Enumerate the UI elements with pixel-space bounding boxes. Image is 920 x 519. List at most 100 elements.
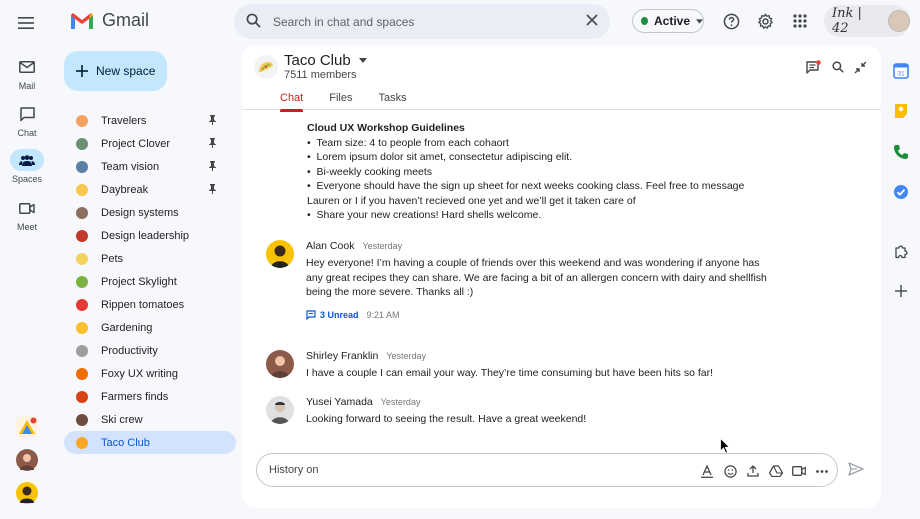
space-item-daybreak[interactable]: Daybreak [64, 178, 236, 201]
format-text-icon[interactable] [699, 463, 715, 479]
space-avatar-icon [76, 344, 88, 357]
space-avatar-icon [76, 321, 88, 334]
settings-gear-icon[interactable] [755, 11, 775, 31]
space-item-rippen-tomatoes[interactable]: Rippen tomatoes [64, 293, 236, 316]
space-item-pets[interactable]: Pets [64, 247, 236, 270]
gmail-m-icon [71, 12, 93, 29]
chat-icon [10, 103, 44, 125]
contacts-phone-icon[interactable] [892, 143, 910, 161]
space-name: Pets [101, 252, 124, 265]
space-name: Team vision [101, 160, 160, 173]
drive-icon[interactable] [768, 463, 784, 479]
space-item-team-vision[interactable]: Team vision [64, 155, 236, 178]
space-item-foxy-ux-writing[interactable]: Foxy UX writing [64, 362, 236, 385]
rail-item-chat[interactable]: Chat [0, 103, 54, 138]
search-input[interactable] [273, 14, 586, 29]
rail-label: Mail [18, 81, 36, 91]
message-author: Alan Cook Yesterday [306, 240, 403, 252]
account-switcher[interactable]: Ink | 42 [824, 5, 910, 37]
search-bar[interactable] [234, 4, 610, 39]
tab-files[interactable]: Files [329, 92, 352, 110]
send-icon[interactable] [848, 462, 866, 480]
space-item-farmers-finds[interactable]: Farmers finds [64, 385, 236, 408]
message-input[interactable] [269, 464, 669, 476]
space-name: Design leadership [101, 229, 190, 242]
rail-item-mail[interactable]: Mail [0, 56, 54, 91]
space-item-productivity[interactable]: Productivity [64, 339, 236, 362]
guideline-item: • Bi-weekly cooking meets [307, 165, 433, 178]
space-item-project-skylight[interactable]: Project Skylight [64, 270, 236, 293]
user-avatar[interactable] [16, 449, 38, 471]
space-item-gardening[interactable]: Gardening [64, 316, 236, 339]
space-item-ski-crew[interactable]: Ski crew [64, 408, 236, 431]
room-tabs: Chat Files Tasks [280, 92, 433, 112]
chat-app-icon[interactable] [16, 416, 38, 438]
rail-label: Spaces [11, 174, 43, 184]
pin-icon[interactable] [209, 161, 216, 174]
space-name: Project Skylight [101, 275, 177, 288]
status-dot [641, 17, 648, 25]
keep-icon[interactable] [892, 102, 910, 120]
message-time: Yesterday [362, 241, 403, 251]
collapse-icon[interactable] [851, 58, 869, 76]
message-composer[interactable] [256, 453, 838, 487]
add-ons-puzzle-icon[interactable] [892, 242, 910, 260]
gmail-logo[interactable]: Gmail [70, 10, 149, 31]
avatar[interactable] [266, 350, 294, 378]
tab-tasks[interactable]: Tasks [378, 92, 406, 110]
emoji-icon[interactable] [722, 463, 738, 479]
space-avatar-icon [76, 252, 88, 265]
pin-icon[interactable] [209, 138, 216, 151]
space-item-project-clover[interactable]: Project Clover [64, 132, 236, 155]
message-list: Cloud UX Workshop Guidelines • Team size… [242, 111, 881, 441]
help-icon[interactable] [721, 11, 741, 31]
calendar-icon[interactable]: 31 [892, 62, 910, 80]
room-header: Taco Club 7511 members Chat Files Tasks [242, 45, 881, 112]
meet-icon [10, 197, 44, 219]
pin-icon[interactable] [209, 184, 216, 197]
upload-icon[interactable] [745, 463, 761, 479]
avatar[interactable] [266, 396, 294, 424]
space-name: Project Clover [101, 137, 171, 150]
space-avatar-icon [76, 390, 88, 403]
threads-icon[interactable] [804, 58, 822, 76]
space-avatar-icon [76, 298, 88, 311]
apps-grid-icon[interactable] [790, 11, 810, 31]
spaces-icon [10, 149, 44, 171]
more-options-icon[interactable] [814, 463, 830, 479]
room-title: Taco Club [284, 52, 351, 69]
pin-icon[interactable] [209, 115, 216, 128]
member-count: 7511 members [284, 69, 357, 81]
chevron-down-icon [696, 18, 703, 24]
mail-icon [10, 56, 44, 78]
space-name: Productivity [101, 344, 158, 357]
space-name: Foxy UX writing [101, 367, 179, 380]
room-title-dropdown[interactable]: Taco Club [284, 52, 367, 69]
space-item-taco-club[interactable]: Taco Club [64, 431, 236, 454]
taco-icon [254, 55, 278, 79]
thread-summary[interactable]: 3 Unread 9:21 AM [306, 310, 400, 320]
thread-time: 9:21 AM [366, 310, 400, 320]
space-item-travelers[interactable]: Travelers [64, 109, 236, 132]
space-avatar-icon [76, 206, 88, 219]
clear-search-icon[interactable] [586, 14, 598, 29]
rail-item-meet[interactable]: Meet [0, 197, 54, 232]
space-name: Travelers [101, 114, 147, 127]
search-icon[interactable] [829, 58, 847, 76]
avatar[interactable] [266, 240, 294, 268]
add-plus-icon[interactable] [892, 282, 910, 300]
new-space-button[interactable]: New space [64, 51, 167, 91]
status-dropdown[interactable]: Active [632, 9, 704, 33]
space-item-design-leadership[interactable]: Design leadership [64, 224, 236, 247]
guideline-item: • Everyone should have the sign up sheet… [307, 180, 745, 207]
tasks-icon[interactable] [892, 183, 910, 201]
search-icon[interactable] [246, 13, 261, 31]
rail-item-spaces[interactable]: Spaces [0, 149, 54, 184]
video-call-icon[interactable] [791, 463, 807, 479]
user-avatar[interactable] [16, 482, 38, 504]
space-name: Taco Club [101, 436, 150, 449]
message-text: I have a couple I can email your way. Th… [306, 367, 713, 379]
tab-chat[interactable]: Chat [280, 92, 304, 112]
main-menu-icon[interactable] [14, 12, 38, 34]
space-item-design-systems[interactable]: Design systems [64, 201, 236, 224]
